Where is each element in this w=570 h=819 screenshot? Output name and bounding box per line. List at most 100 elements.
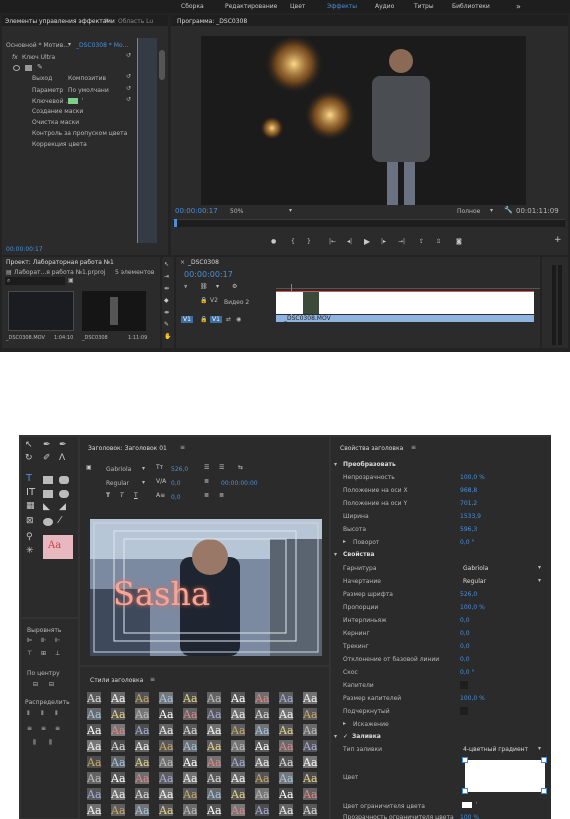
styles-menu-icon[interactable]: ≡	[150, 676, 155, 683]
timeline-clip-v1[interactable]: _DSC0308.MOV	[276, 315, 534, 322]
style-swatch[interactable]: Aa	[230, 723, 246, 737]
razor-icon[interactable]: ◆	[164, 297, 169, 304]
lift-icon[interactable]: ⇪	[419, 238, 424, 245]
playhead-marker[interactable]	[174, 219, 177, 227]
style-swatch[interactable]: Aa	[134, 755, 150, 769]
style-swatch[interactable]: Aa	[278, 755, 294, 769]
posy-value[interactable]: 701,2	[460, 500, 477, 507]
chevron-down-icon[interactable]: ▾	[334, 551, 337, 558]
style-swatch[interactable]: Aa	[86, 803, 102, 817]
width-value[interactable]: 1533,9	[460, 513, 481, 520]
chevron-down-icon[interactable]: ▾	[334, 461, 337, 468]
vertical-type-icon[interactable]: IT	[26, 487, 35, 498]
clipped-rectangle-icon[interactable]	[43, 490, 53, 498]
leading-value[interactable]: 0,0	[460, 617, 470, 624]
quality-select[interactable]: Полное	[457, 208, 480, 215]
tab-lumetri-scopes[interactable]: Область Lu	[118, 18, 153, 25]
fx-name[interactable]: Ключ Ultra	[22, 54, 55, 61]
style-swatch[interactable]: Aa	[134, 707, 150, 721]
roll-crawl-icon[interactable]: ≣	[204, 478, 209, 485]
chevron-down-icon[interactable]: ▾	[289, 207, 292, 214]
pen-mask-icon[interactable]: ✎	[37, 63, 43, 71]
distribute-center-icon[interactable]: ⫴	[41, 710, 44, 718]
add-marker-icon[interactable]: ●	[271, 238, 276, 245]
font-select[interactable]: Gabriola	[106, 466, 131, 473]
delete-anchor-icon[interactable]: ✐	[43, 453, 51, 463]
distribute-left-icon[interactable]: ⫴	[27, 710, 30, 718]
kerning-value[interactable]: 0,0	[171, 480, 181, 487]
output-select[interactable]: Композитив	[68, 75, 106, 82]
track-v2[interactable]: V2	[210, 297, 218, 304]
ellipse-tool-icon[interactable]	[43, 518, 53, 526]
style-swatch[interactable]: Aa	[302, 739, 318, 753]
font-value[interactable]: Gabriola	[463, 565, 488, 572]
gradient-color-box[interactable]	[465, 760, 545, 792]
section-color-correction[interactable]: Коррекция цвета	[32, 141, 87, 148]
align-text-center-icon[interactable]: ☰	[219, 464, 224, 471]
workspace-audio[interactable]: Аудио	[375, 3, 394, 10]
wedge-tool-icon[interactable]: ◣	[43, 502, 50, 512]
chevron-down-icon[interactable]: ▾	[538, 745, 541, 752]
ellipse-mask-icon[interactable]	[13, 65, 20, 71]
style-swatch[interactable]: Aa	[110, 771, 126, 785]
font-size-value[interactable]: 526,0	[171, 466, 188, 473]
rectangle-mask-icon[interactable]	[25, 65, 32, 71]
track-select-icon[interactable]: ⇥	[164, 273, 169, 280]
size-value[interactable]: 526,0	[460, 591, 477, 598]
style-swatch[interactable]: Aa	[230, 755, 246, 769]
mark-out-icon[interactable]: }	[307, 238, 311, 245]
param-select[interactable]: По умолчани	[68, 87, 109, 94]
style-swatch[interactable]: Aa	[206, 707, 222, 721]
workspace-assembly[interactable]: Сборка	[181, 3, 204, 10]
pen-tool-icon[interactable]: ✎	[164, 321, 169, 328]
timeline-clip-v2[interactable]	[276, 292, 534, 314]
props-menu-icon[interactable]: ≡	[411, 444, 416, 451]
style-swatch[interactable]: Aa	[86, 755, 102, 769]
align-center-icon[interactable]: ⊪	[41, 637, 46, 644]
clip-thumbnail-2[interactable]	[82, 291, 146, 331]
text-align-icon[interactable]: ≣	[204, 492, 209, 499]
style-swatch[interactable]: Aa	[158, 755, 174, 769]
step-back-icon[interactable]: ◂|	[347, 238, 352, 245]
tab-stops-icon[interactable]: ⇆	[238, 464, 243, 471]
style-swatch[interactable]: Aa	[86, 787, 102, 801]
tab-effect-controls[interactable]: Элементы управления эффектами	[5, 18, 115, 25]
style-swatch[interactable]: Aa	[86, 739, 102, 753]
workspace-libraries[interactable]: Библиотеки	[452, 3, 490, 10]
distribute-vertical-icon[interactable]: ⫼	[49, 739, 52, 747]
align-top-icon[interactable]: ⊤	[27, 650, 32, 657]
section-transform[interactable]: Преобразовать	[343, 461, 396, 468]
style-swatch[interactable]: Aa	[158, 723, 174, 737]
gradient-stop-top-left[interactable]	[462, 757, 468, 763]
brush-icon[interactable]: ⚲	[26, 532, 33, 542]
program-title[interactable]: Программа: _DSC0308	[177, 18, 247, 25]
title-preview-text[interactable]: Sasha	[113, 575, 210, 613]
eyedropper-icon[interactable]: ⁄	[476, 800, 477, 807]
selection-tool-icon[interactable]: ↖	[25, 440, 33, 450]
style-swatch[interactable]: Aa	[182, 739, 198, 753]
align-middle-icon[interactable]: ⊞	[41, 650, 46, 657]
linked-selection-icon[interactable]: ⛓	[200, 283, 208, 290]
magic-icon[interactable]: ✳	[26, 546, 34, 556]
style-swatch[interactable]: Aa	[278, 771, 294, 785]
style-swatch[interactable]: Aa	[254, 691, 270, 705]
effects-playhead[interactable]	[137, 38, 138, 243]
distribute-middle-icon[interactable]: ≡	[41, 725, 46, 732]
center-horizontal-icon[interactable]: ⊟	[33, 681, 38, 688]
key-color-swatch[interactable]	[68, 98, 78, 104]
timeline-ruler[interactable]	[276, 281, 540, 289]
eyedropper-icon[interactable]: ⁄	[82, 96, 83, 103]
chevron-down-icon[interactable]: ▾	[68, 41, 71, 48]
snap-icon[interactable]: ⩔	[184, 283, 187, 291]
style-swatch[interactable]: Aa	[158, 803, 174, 817]
style-swatch[interactable]: Aa	[182, 755, 198, 769]
style-swatch[interactable]: Aa	[278, 707, 294, 721]
style-swatch[interactable]: Aa	[302, 723, 318, 737]
align-text-left-icon[interactable]: ☰	[204, 464, 209, 471]
track-v1[interactable]: V1	[210, 316, 222, 323]
style-swatch[interactable]: Aa	[134, 691, 150, 705]
go-to-out-icon[interactable]: →|	[398, 238, 405, 245]
rectangle-tool-icon[interactable]	[43, 476, 53, 484]
ripple-edit-icon[interactable]: ⇹	[164, 285, 169, 292]
style-swatch[interactable]: Aa	[278, 723, 294, 737]
